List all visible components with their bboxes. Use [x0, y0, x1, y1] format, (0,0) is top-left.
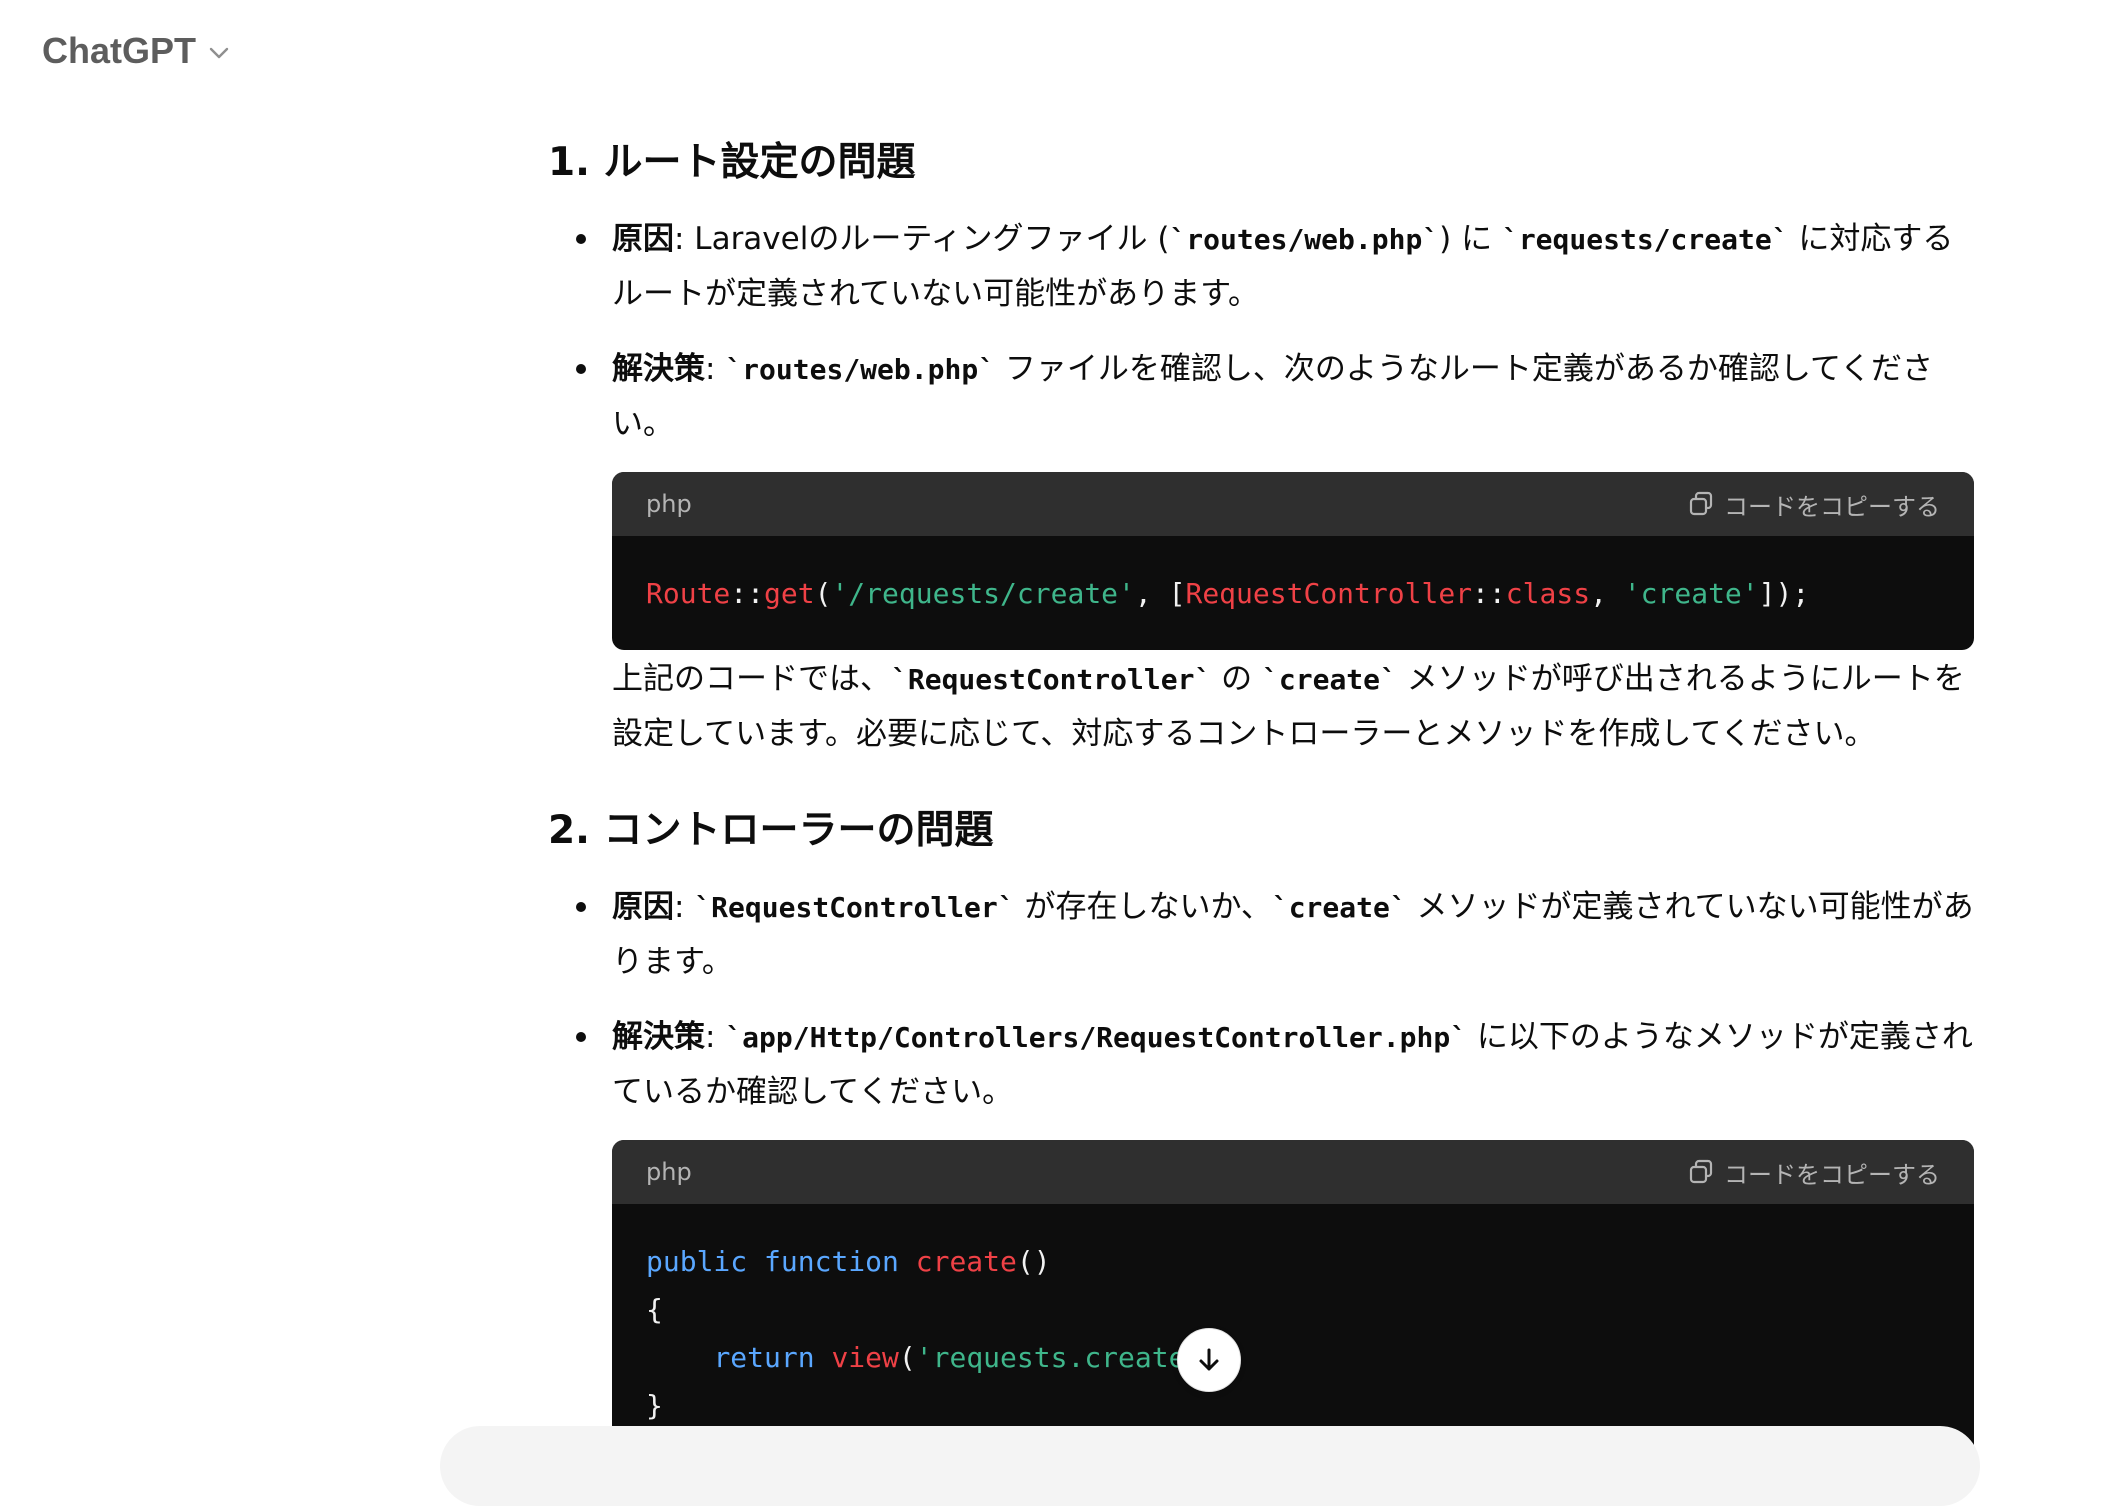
chevron-down-icon	[209, 47, 229, 59]
code-block-header: php コードをコピーする	[612, 472, 1974, 536]
model-switcher[interactable]: ChatGPT	[42, 30, 230, 72]
copy-code-button[interactable]: コードをコピーする	[1688, 487, 1940, 522]
code-block-header: php コードをコピーする	[612, 1140, 1974, 1204]
copy-icon	[1689, 1159, 1713, 1184]
copy-icon	[1689, 491, 1713, 516]
bullet-dot	[576, 234, 586, 244]
model-name: ChatGPT	[42, 30, 197, 71]
bullet-dot	[576, 364, 586, 374]
bullet-dot	[576, 902, 586, 912]
paragraph: 上記のコードでは、`RequestController` の `create` …	[612, 661, 1965, 752]
code-language: php	[646, 490, 692, 518]
list-item-text: 原因: `RequestController` が存在しないか、`create`…	[612, 889, 1974, 980]
arrow-down-icon	[1199, 1348, 1219, 1371]
section-heading-1: 1. ルート設定の問題	[548, 140, 916, 185]
list-item-text: 解決策: `routes/web.php` ファイルを確認し、次のようなルート定…	[612, 351, 1934, 442]
code-block: php コードをコピーする Route::get('/requests/crea…	[612, 472, 1974, 650]
code-content: Route::get('/requests/create', [RequestC…	[646, 577, 1810, 610]
section-heading-2: 2. コントローラーの問題	[548, 808, 994, 853]
scroll-to-bottom-button[interactable]	[1177, 1328, 1241, 1392]
message-composer[interactable]	[440, 1426, 1980, 1506]
code-language: php	[646, 1158, 692, 1186]
bullet-dot	[576, 1032, 586, 1042]
list-item-text: 原因: Laravelのルーティングファイル (`routes/web.php`…	[612, 221, 1954, 312]
list-item-text: 解決策: `app/Http/Controllers/RequestContro…	[612, 1019, 1973, 1110]
copy-code-button[interactable]: コードをコピーする	[1688, 1155, 1940, 1190]
code-content: public function create() { return view('…	[646, 1245, 1186, 1422]
